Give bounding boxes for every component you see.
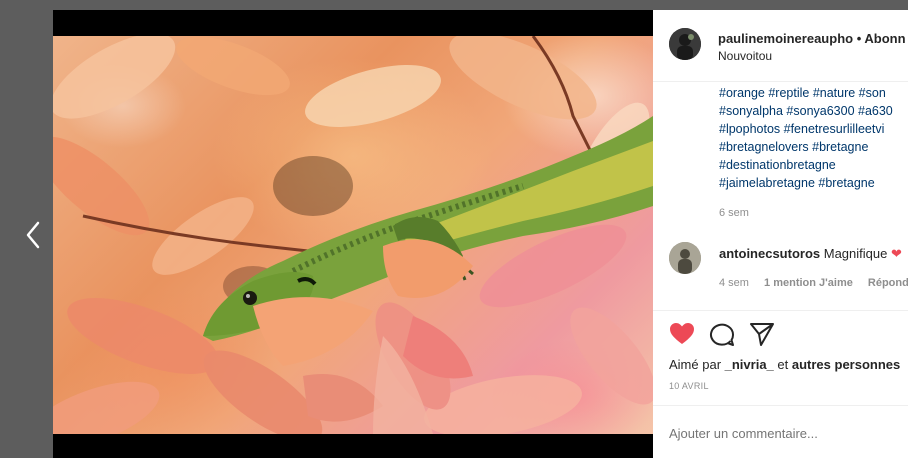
- section-divider: [653, 310, 908, 311]
- caption-hashtags: #orange #reptile #nature #son #sonyalpha…: [719, 84, 908, 192]
- heart-filled-icon: [670, 323, 694, 344]
- section-divider: [653, 405, 908, 406]
- add-comment-input[interactable]: [669, 422, 899, 444]
- like-button[interactable]: [669, 322, 695, 351]
- hashtag-line[interactable]: #destinationbretagne: [719, 156, 908, 174]
- paper-plane-icon: [750, 323, 774, 346]
- caption-timestamp[interactable]: 6 sem: [719, 207, 749, 219]
- comment-timestamp[interactable]: 4 sem: [719, 277, 749, 289]
- comment-button[interactable]: [709, 322, 735, 351]
- hashtag-line[interactable]: #lpophotos #fenetresurlilleetvi: [719, 120, 908, 138]
- post-media[interactable]: [53, 10, 653, 458]
- post-date[interactable]: 10 AVRIL: [669, 381, 709, 391]
- share-button[interactable]: [749, 322, 775, 351]
- author-line: paulinemoinereaupho • Abonn: [718, 31, 906, 46]
- liked-by-others[interactable]: autres personnes: [792, 357, 900, 372]
- post-location[interactable]: Nouvoitou: [718, 49, 772, 63]
- comment-meta: 4 sem 1 mention J'aime Répond: [719, 277, 908, 289]
- hashtag-line[interactable]: #bretagnelovers #bretagne: [719, 138, 908, 156]
- liked-by-user[interactable]: _nivria_: [725, 357, 774, 372]
- author-avatar[interactable]: [669, 28, 701, 60]
- hashtag-line[interactable]: #jaimelabretagne #bretagne: [719, 174, 908, 192]
- heart-emoji: ❤: [890, 246, 902, 261]
- lizard-photo: [53, 36, 653, 434]
- liked-by-prefix: Aimé par: [669, 357, 725, 372]
- liked-by-mid: et: [773, 357, 792, 372]
- comment-body: Magnifique: [823, 246, 888, 261]
- liked-by-line: Aimé par _nivria_ et autres personnes: [669, 357, 900, 372]
- commenter-avatar[interactable]: [669, 242, 701, 274]
- comment: antoinecsutoros Magnifique ❤: [719, 246, 902, 262]
- hashtag-line[interactable]: #orange #reptile #nature #son: [719, 84, 908, 102]
- comment-likes-count[interactable]: 1 mention J'aime: [764, 277, 853, 289]
- commenter-username[interactable]: antoinecsutoros: [719, 246, 820, 261]
- reply-button[interactable]: Répond: [868, 277, 908, 289]
- author-username[interactable]: paulinemoinereaupho: [718, 31, 853, 46]
- hashtag-line[interactable]: #sonyalpha #sonya6300 #a630: [719, 102, 908, 120]
- comment-bubble-icon: [710, 323, 734, 346]
- chevron-left-icon: [26, 221, 40, 249]
- post-details-panel: paulinemoinereaupho • Abonn Nouvoitou #o…: [653, 10, 908, 458]
- post-header: paulinemoinereaupho • Abonn Nouvoitou: [653, 10, 908, 82]
- previous-post-button[interactable]: [18, 218, 48, 252]
- follow-button[interactable]: Abonn: [864, 31, 905, 46]
- header-separator: •: [853, 31, 865, 46]
